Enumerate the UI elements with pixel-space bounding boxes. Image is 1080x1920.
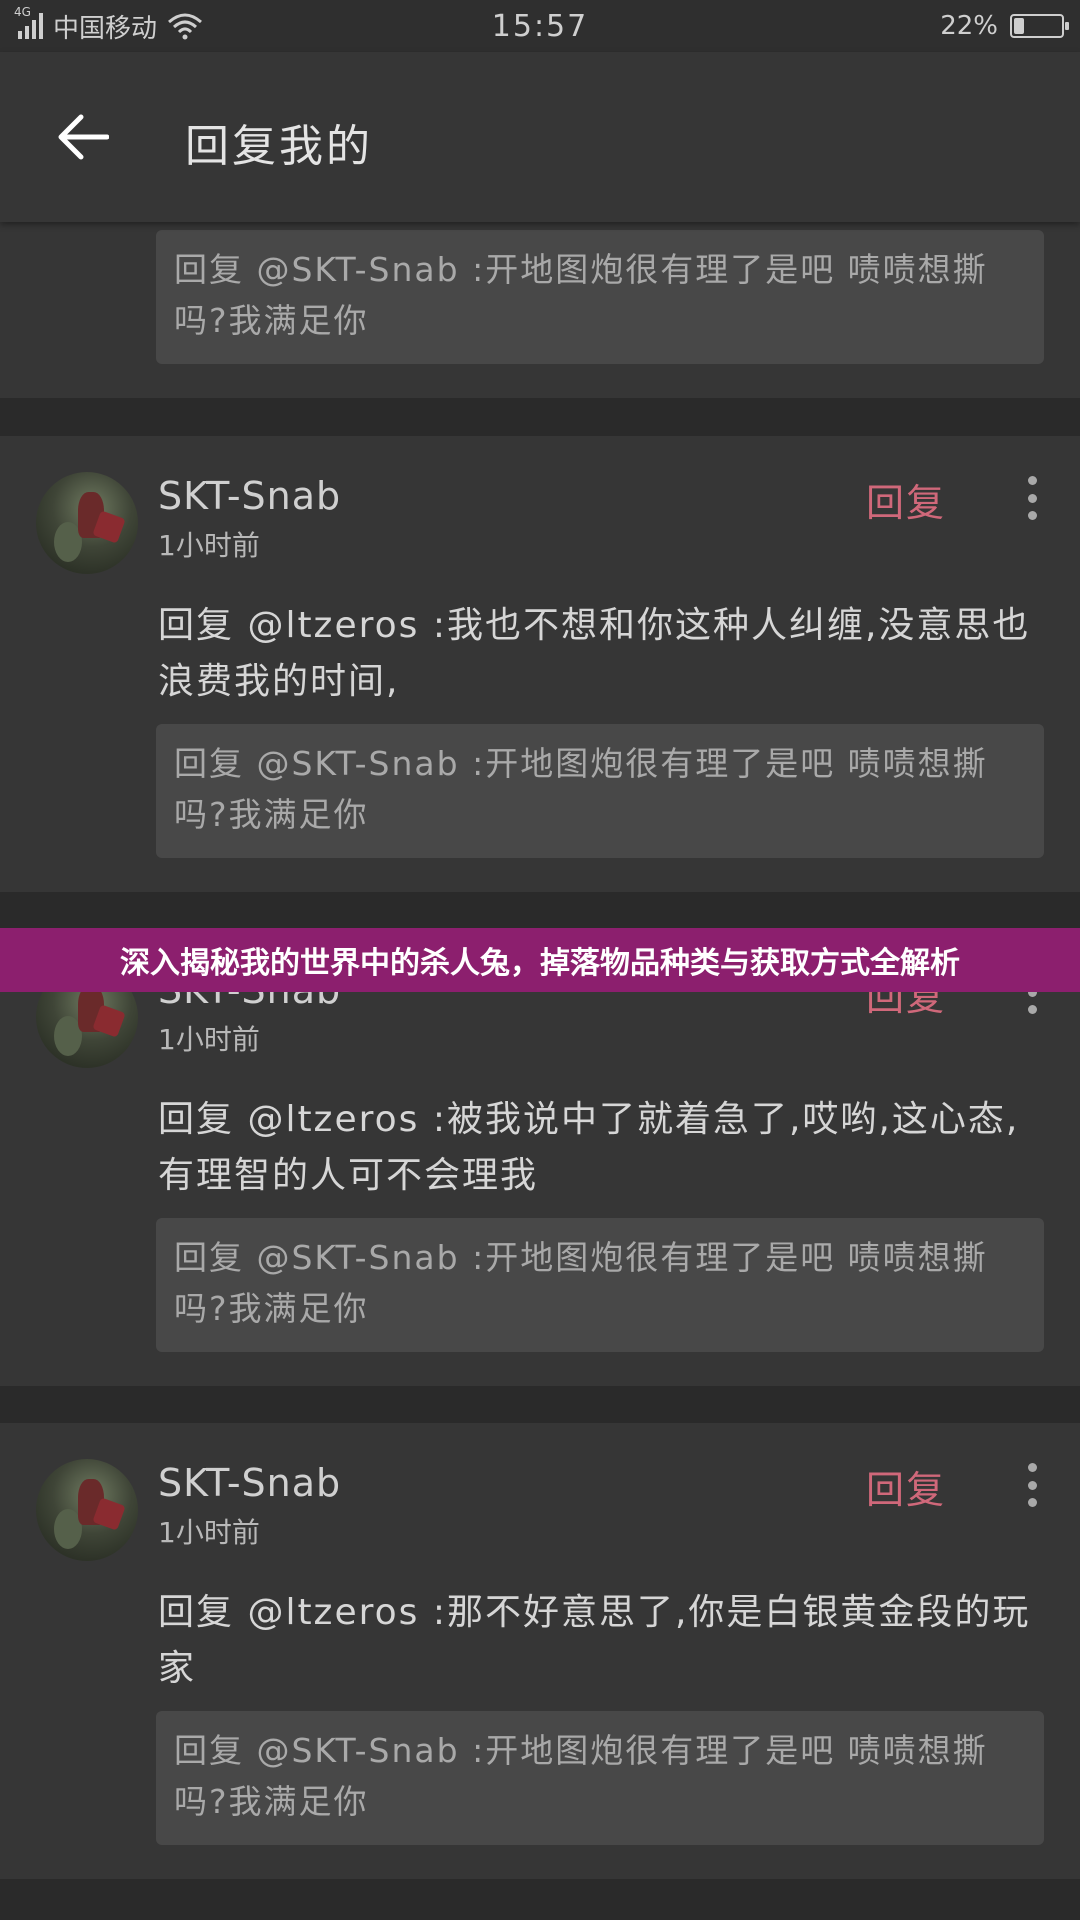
username[interactable]: SKT-Snab [158,474,341,518]
wifi-icon [168,13,203,40]
quoted-comment[interactable]: 回复 @SKT-Snab :开地图炮很有理了是吧 啧啧想撕吗?我满足你 [156,1218,1044,1352]
battery-fill [1014,18,1025,34]
network-type: 4G [14,5,31,19]
more-vert-icon[interactable] [1018,476,1046,520]
comment-card: SKT-Snab 1小时前 回复 回复 @ltzeros :我也不想和你这种人纠… [0,436,1080,892]
battery-percent: 22% [940,11,998,41]
comment-content: 回复 @ltzeros :那不好意思了,你是白银黄金段的玩家 [158,1592,1031,1689]
status-right: 22% [940,11,1069,41]
quoted-comment[interactable]: 回复 @SKT-Snab :开地图炮很有理了是吧 啧啧想撕吗?我满足你 [156,230,1044,364]
comment-card: SKT-Snab 1小时前 回复 回复 @ltzeros :那不好意思了,你是白… [0,1423,1080,1879]
comment-content: 回复 @ltzeros :我也不想和你这种人纠缠,没意思也浪费我的时间, [158,605,1031,702]
battery-icon [1010,14,1069,38]
carrier-name: 中国移动 [53,13,158,44]
comment-card: SKT-Snab 1小时前 回复 回复 @ltzeros :被我说中了就着急了,… [0,930,1080,1386]
reply-button[interactable]: 回复 [866,472,946,527]
avatar[interactable] [36,472,138,574]
comment-content: 回复 @ltzeros :被我说中了就着急了,哎哟,这心态,有理智的人可不会理我 [158,1099,1020,1196]
comment-card-partial: 回复 @SKT-Snab :开地图炮很有理了是吧 啧啧想撕吗?我满足你 [0,200,1080,398]
comment-time: 1小时前 [158,529,260,562]
username[interactable]: SKT-Snab [158,1461,341,1505]
reply-button[interactable]: 回复 [866,1459,946,1514]
quoted-comment[interactable]: 回复 @SKT-Snab :开地图炮很有理了是吧 啧啧想撕吗?我满足你 [156,724,1044,858]
comment-time: 1小时前 [158,1023,260,1056]
avatar[interactable] [36,1459,138,1561]
comment-time: 1小时前 [158,1516,260,1549]
page-title: 回复我的 [185,121,373,172]
status-left: 4G 中国移动 [14,5,203,45]
quoted-comment[interactable]: 回复 @SKT-Snab :开地图炮很有理了是吧 啧啧想撕吗?我满足你 [156,1711,1044,1845]
signal-icon: 4G [14,5,43,39]
arrow-left-icon [58,114,109,160]
app-bar: 回复我的 [0,52,1080,222]
status-bar: 4G 中国移动 15:57 22% [0,0,1080,52]
more-vert-icon[interactable] [1018,1463,1046,1507]
back-button[interactable] [48,107,118,167]
headline-banner[interactable]: 深入揭秘我的世界中的杀人兔，掉落物品种类与获取方式全解析 [0,928,1080,992]
